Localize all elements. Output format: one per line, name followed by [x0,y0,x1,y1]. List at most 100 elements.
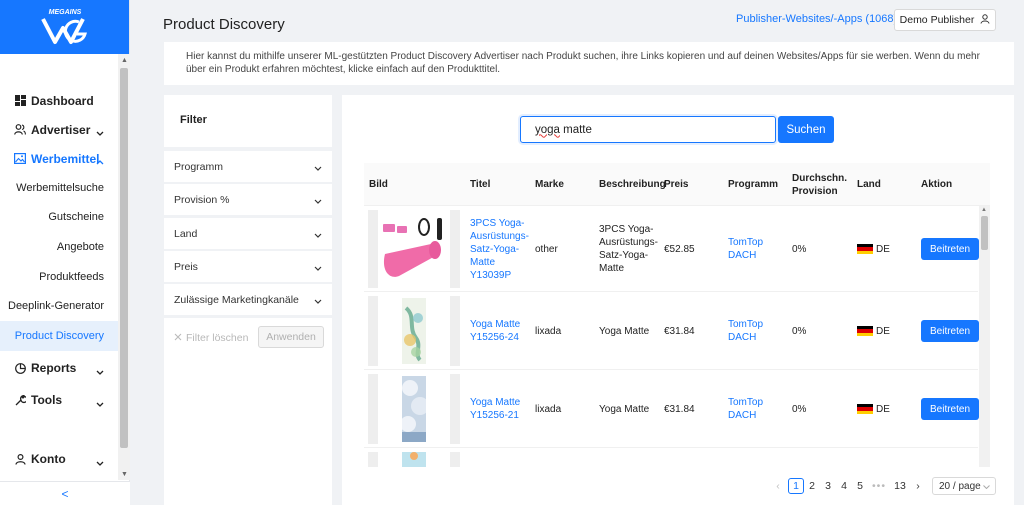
filter-label: Provision % [174,193,230,206]
sidebar-item-advertiser[interactable]: Advertiser [0,115,118,144]
next-page-button[interactable]: › [910,478,926,494]
country-code: DE [876,403,890,415]
logo-text: MEGAINS [48,9,81,16]
clear-filter-label: Filter löschen [186,332,249,344]
column-header-land: Land [857,179,881,190]
sidebar-item-konto[interactable]: Konto [0,445,118,474]
product-image[interactable] [368,210,460,288]
sidebar-scrollbar[interactable]: ▲ ▼ [118,54,130,480]
apply-filter-button[interactable]: Anwenden [258,326,324,348]
search-input[interactable]: yoga matte [520,116,776,143]
product-image[interactable] [368,452,460,467]
search-query-word: yoga [535,123,560,136]
chevron-down-icon [96,396,104,410]
scroll-down-arrow-icon[interactable]: ▼ [121,471,128,478]
program-link[interactable]: TomTop DACH [728,292,774,370]
join-button[interactable]: Beitreten [921,398,979,420]
product-brand: lixada [535,325,562,337]
chevron-down-icon [314,229,322,241]
action-cell: Beitreten [921,292,979,370]
page-button-5[interactable]: 5 [852,478,868,494]
prev-page-button[interactable]: ‹ [770,478,786,494]
product-image[interactable] [368,296,460,366]
product-country: DE [857,292,890,370]
sidebar-subitem-deeplink-generator[interactable]: Deeplink-Generator [0,291,118,321]
product-title-link[interactable]: Yoga Matte Y15256-21 [470,370,526,448]
search-button[interactable]: Suchen [778,116,834,143]
scroll-up-arrow-icon[interactable]: ▲ [121,57,128,64]
table-row: Yoga Matte Y15256-24 lixada Yoga Matte €… [364,292,979,370]
page-button-1[interactable]: 1 [788,478,804,494]
filter-programm[interactable]: Programm [164,151,332,182]
image-icon [14,153,26,165]
clear-filter-button[interactable]: Filter löschen [174,332,248,344]
publisher-websites-label: Publisher-Websites/-Apps (1068) [736,13,898,25]
country-code: DE [876,325,890,337]
product-brand: lixada [535,403,562,415]
page-size-select[interactable]: 20 / page [932,477,996,495]
program-link[interactable]: TomTop DACH [728,370,774,448]
chevron-down-icon [96,125,104,139]
filter-preis[interactable]: Preis [164,251,332,282]
wrench-icon [14,394,26,406]
pagination: ‹ 1 2 3 4 5 ••• 13 › 20 / page [770,477,996,495]
chevron-up-icon [96,154,104,168]
page-button-last[interactable]: 13 [890,478,910,494]
sidebar-subitem-product-discovery[interactable]: Product Discovery [0,320,118,351]
chevron-down-icon [96,455,104,469]
product-title-link[interactable]: Yoga Matte Y15256-24 [470,292,526,370]
program-link[interactable]: TomTop DACH [728,206,774,292]
publisher-websites-dropdown[interactable]: Publisher-Websites/-Apps (1068) [736,13,911,25]
sidebar-subitem-gutscheine[interactable]: Gutscheine [0,203,118,233]
column-header-bild: Bild [369,179,388,190]
chevron-down-icon [314,295,322,307]
page-button-3[interactable]: 3 [820,478,836,494]
action-cell: Beitreten [921,370,979,448]
account-button[interactable]: Demo Publisher [894,9,996,31]
product-commission: 0% [792,325,807,337]
sidebar-item-label: Werbemittel [31,151,100,166]
table-body[interactable]: 3PCS Yoga-Ausrüstungs-Satz-Yoga-Matte Y1… [364,206,990,467]
sidebar-item-label: Advertiser [31,122,91,137]
filter-actions: Filter löschen Anwenden [164,318,332,505]
scroll-up-arrow-icon[interactable]: ▲ [981,207,987,213]
main-nav: Dashboard Advertiser Werbemittel Werbemi… [0,86,118,474]
product-price: €31.84 [664,403,695,415]
megains-logo[interactable]: MEGAINS [0,0,129,54]
sidebar-subitem-werbemittelsuche[interactable]: Werbemittelsuche [0,173,118,203]
sidebar: MEGAINS Dashboard Advertiser Werbemittel [0,0,130,505]
collapse-sidebar-button[interactable]: < [0,481,130,505]
filter-label: Zulässige Marketingkanäle [174,293,299,306]
sidebar-subitem-angebote[interactable]: Angebote [0,232,118,262]
sidebar-item-tools[interactable]: Tools [0,386,118,415]
page-button-4[interactable]: 4 [836,478,852,494]
page-button-2[interactable]: 2 [804,478,820,494]
chevron-down-icon [96,364,104,378]
action-cell: Beitreten [921,206,979,292]
join-button[interactable]: Beitreten [921,320,979,342]
publisher-name: Demo Publisher [899,14,975,26]
sidebar-subitem-produktfeeds[interactable]: Produktfeeds [0,262,118,292]
table-scrollbar[interactable]: ▲ [979,206,990,467]
table-header: Bild Titel Marke Beschreibung Preis Prog… [364,163,990,206]
user-icon [14,453,26,465]
column-header-marke: Marke [535,179,564,190]
page-ellipsis[interactable]: ••• [868,478,890,494]
filter-provision[interactable]: Provision % [164,184,332,215]
column-header-titel: Titel [470,179,491,190]
join-button[interactable]: Beitreten [921,238,979,260]
product-title-link[interactable]: 3PCS Yoga-Ausrüstungs-Satz-Yoga-Matte Y1… [470,206,529,292]
yoga-set-image [383,218,442,277]
table-scrollbar-thumb[interactable] [981,216,988,250]
filter-marketingkanaele[interactable]: Zulässige Marketingkanäle [164,284,332,315]
sidebar-item-dashboard[interactable]: Dashboard [0,86,118,115]
sidebar-item-reports[interactable]: Reports [0,354,118,383]
filter-land[interactable]: Land [164,218,332,249]
germany-flag-icon [857,404,873,414]
sidebar-item-werbemittel[interactable]: Werbemittel [0,144,118,173]
product-image[interactable] [368,374,460,444]
table-row: Yoga Matte Y15256-21 lixada Yoga Matte €… [364,370,979,448]
filter-label: Programm [174,160,224,173]
product-table: Bild Titel Marke Beschreibung Preis Prog… [364,163,990,467]
sidebar-scrollbar-thumb[interactable] [120,68,128,448]
